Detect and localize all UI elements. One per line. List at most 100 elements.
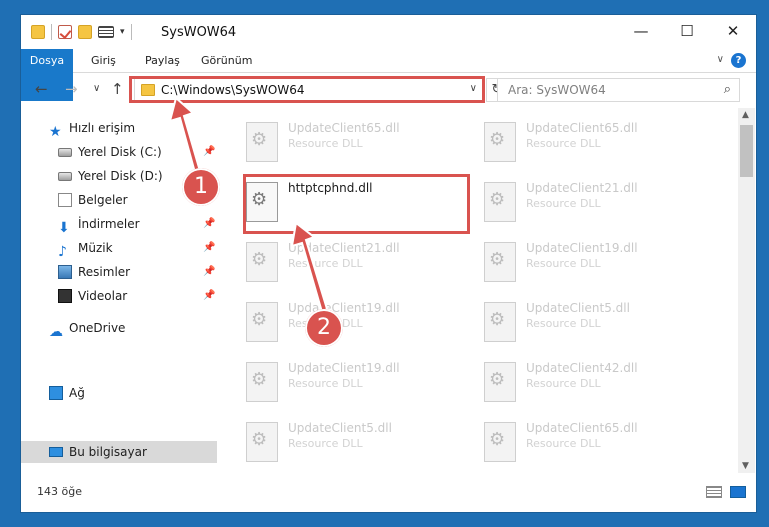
search-placeholder: Ara: SysWOW64 — [508, 83, 606, 97]
dll-file-icon — [246, 302, 278, 342]
dll-file-icon — [484, 302, 516, 342]
list-item[interactable]: UpdateClient19.dll Resource DLL — [480, 238, 710, 290]
nav-item-downloads[interactable]: ⬇ İndirmeler — [58, 213, 140, 236]
properties-icon[interactable] — [58, 25, 72, 39]
nav-item-pictures[interactable]: Resimler — [58, 261, 130, 283]
window-controls: — ☐ ✕ — [618, 15, 756, 47]
music-icon: ♪ — [58, 244, 67, 260]
details-view-icon[interactable] — [706, 486, 722, 498]
scroll-up-icon[interactable]: ▲ — [742, 110, 749, 120]
file-name: UpdateClient19.dll — [288, 361, 400, 375]
pin-icon[interactable]: 📌 — [203, 242, 215, 253]
explorer-window: ▾ SysWOW64 — ☐ ✕ Dosya Giriş Paylaş Görü… — [20, 14, 757, 513]
tab-view[interactable]: Görünüm — [193, 49, 260, 72]
list-item[interactable]: UpdateClient42.dll Resource DLL — [480, 358, 710, 410]
dll-file-icon — [484, 422, 516, 462]
documents-icon — [58, 193, 72, 207]
pin-icon[interactable]: 📌 — [203, 218, 215, 229]
title-bar: ▾ SysWOW64 — ☐ ✕ — [21, 15, 756, 49]
nav-item-videos[interactable]: Videolar — [58, 285, 127, 307]
tab-home[interactable]: Giriş — [83, 49, 124, 72]
nav-label: Bu bilgisayar — [69, 445, 147, 459]
large-icons-view-icon[interactable] — [730, 486, 746, 498]
computer-icon — [49, 447, 63, 457]
nav-network[interactable]: Ağ — [49, 382, 85, 404]
status-bar: 143 öğe — [21, 475, 756, 512]
cloud-icon: ☁ — [49, 324, 63, 340]
quick-access-toolbar: ▾ — [31, 24, 132, 40]
forward-arrow-icon[interactable]: → — [65, 80, 78, 98]
toolbar-divider — [130, 24, 132, 40]
step-badge-2: 2 — [305, 309, 343, 347]
file-type: Resource DLL — [288, 377, 363, 390]
ribbon-tabs: Dosya Giriş Paylaş Görünüm ∨ ? — [21, 49, 756, 101]
dll-file-icon — [484, 242, 516, 282]
toolbar-divider — [51, 24, 52, 40]
dll-file-icon — [246, 122, 278, 162]
scroll-thumb[interactable] — [740, 125, 753, 177]
nav-label: Ağ — [69, 386, 85, 400]
nav-item-music[interactable]: ♪ Müzik — [58, 237, 113, 260]
address-bar-highlight — [129, 76, 485, 103]
pin-icon[interactable]: 📌 — [203, 290, 215, 301]
step-badge-1: 1 — [182, 168, 220, 206]
help-icon[interactable]: ? — [731, 53, 746, 68]
pin-icon[interactable]: 📌 — [203, 266, 215, 277]
nav-this-pc[interactable]: Bu bilgisayar — [49, 441, 147, 463]
search-input[interactable]: Ara: SysWOW64 ⌕ — [497, 78, 740, 102]
list-item[interactable]: UpdateClient65.dll Resource DLL — [480, 418, 710, 470]
dll-file-icon — [246, 362, 278, 402]
pin-icon[interactable]: 📌 — [203, 146, 215, 157]
file-type: Resource DLL — [526, 137, 601, 150]
dll-file-icon — [484, 122, 516, 162]
drive-icon — [58, 147, 72, 157]
nav-label: Müzik — [78, 241, 113, 255]
list-item[interactable]: UpdateClient21.dll Resource DLL — [242, 238, 472, 290]
view-icon[interactable] — [98, 26, 114, 38]
nav-item-drive-d[interactable]: Yerel Disk (D:) — [58, 165, 163, 187]
list-item[interactable]: UpdateClient19.dll Resource DLL — [242, 358, 472, 410]
up-arrow-icon[interactable]: ↑ — [111, 80, 124, 98]
chevron-down-icon[interactable]: ∨ — [717, 54, 724, 65]
list-item[interactable]: UpdateClient19.dll Resource DLL — [242, 298, 472, 350]
item-count: 143 öğe — [37, 485, 82, 498]
pictures-icon — [58, 265, 72, 279]
file-type: Resource DLL — [526, 257, 601, 270]
close-button[interactable]: ✕ — [710, 15, 756, 47]
file-name: UpdateClient5.dll — [288, 421, 392, 435]
file-name: UpdateClient21.dll — [526, 181, 638, 195]
vertical-scrollbar[interactable]: ▲ ▼ — [738, 108, 755, 473]
scroll-down-icon[interactable]: ▼ — [742, 461, 749, 471]
dll-file-icon — [484, 362, 516, 402]
chevron-down-icon[interactable]: ▾ — [120, 27, 125, 37]
file-type: Resource DLL — [288, 437, 363, 450]
file-name: UpdateClient65.dll — [288, 121, 400, 135]
network-icon — [49, 386, 63, 400]
nav-label: Hızlı erişim — [69, 121, 136, 135]
list-item[interactable]: UpdateClient5.dll Resource DLL — [242, 418, 472, 470]
target-file-highlight — [243, 174, 470, 234]
downloads-icon: ⬇ — [58, 220, 70, 236]
nav-label: Videolar — [78, 289, 128, 303]
list-item[interactable]: UpdateClient65.dll Resource DLL — [242, 118, 472, 170]
nav-item-drive-c[interactable]: Yerel Disk (C:) — [58, 141, 162, 163]
list-item[interactable]: UpdateClient65.dll Resource DLL — [480, 118, 710, 170]
file-name: UpdateClient65.dll — [526, 421, 638, 435]
list-item[interactable]: UpdateClient5.dll Resource DLL — [480, 298, 710, 350]
nav-quick-access[interactable]: ★ Hızlı erişim — [49, 117, 136, 140]
recent-locations-chevron-icon[interactable]: ∨ — [93, 83, 100, 94]
tab-share[interactable]: Paylaş — [137, 49, 188, 72]
file-type: Resource DLL — [288, 137, 363, 150]
nav-label: İndirmeler — [78, 217, 140, 231]
new-folder-icon[interactable] — [78, 25, 92, 39]
file-name: UpdateClient19.dll — [288, 301, 400, 315]
search-icon: ⌕ — [723, 82, 731, 97]
back-arrow-icon[interactable]: ← — [35, 80, 48, 98]
nav-item-documents[interactable]: Belgeler — [58, 189, 128, 211]
navigation-pane: ★ Hızlı erişim Yerel Disk (C:) 📌 Yerel D… — [21, 108, 217, 473]
minimize-button[interactable]: — — [618, 15, 664, 47]
star-icon: ★ — [49, 124, 62, 140]
maximize-button[interactable]: ☐ — [664, 15, 710, 47]
list-item[interactable]: UpdateClient21.dll Resource DLL — [480, 178, 710, 230]
nav-onedrive[interactable]: ☁ OneDrive — [49, 317, 125, 340]
